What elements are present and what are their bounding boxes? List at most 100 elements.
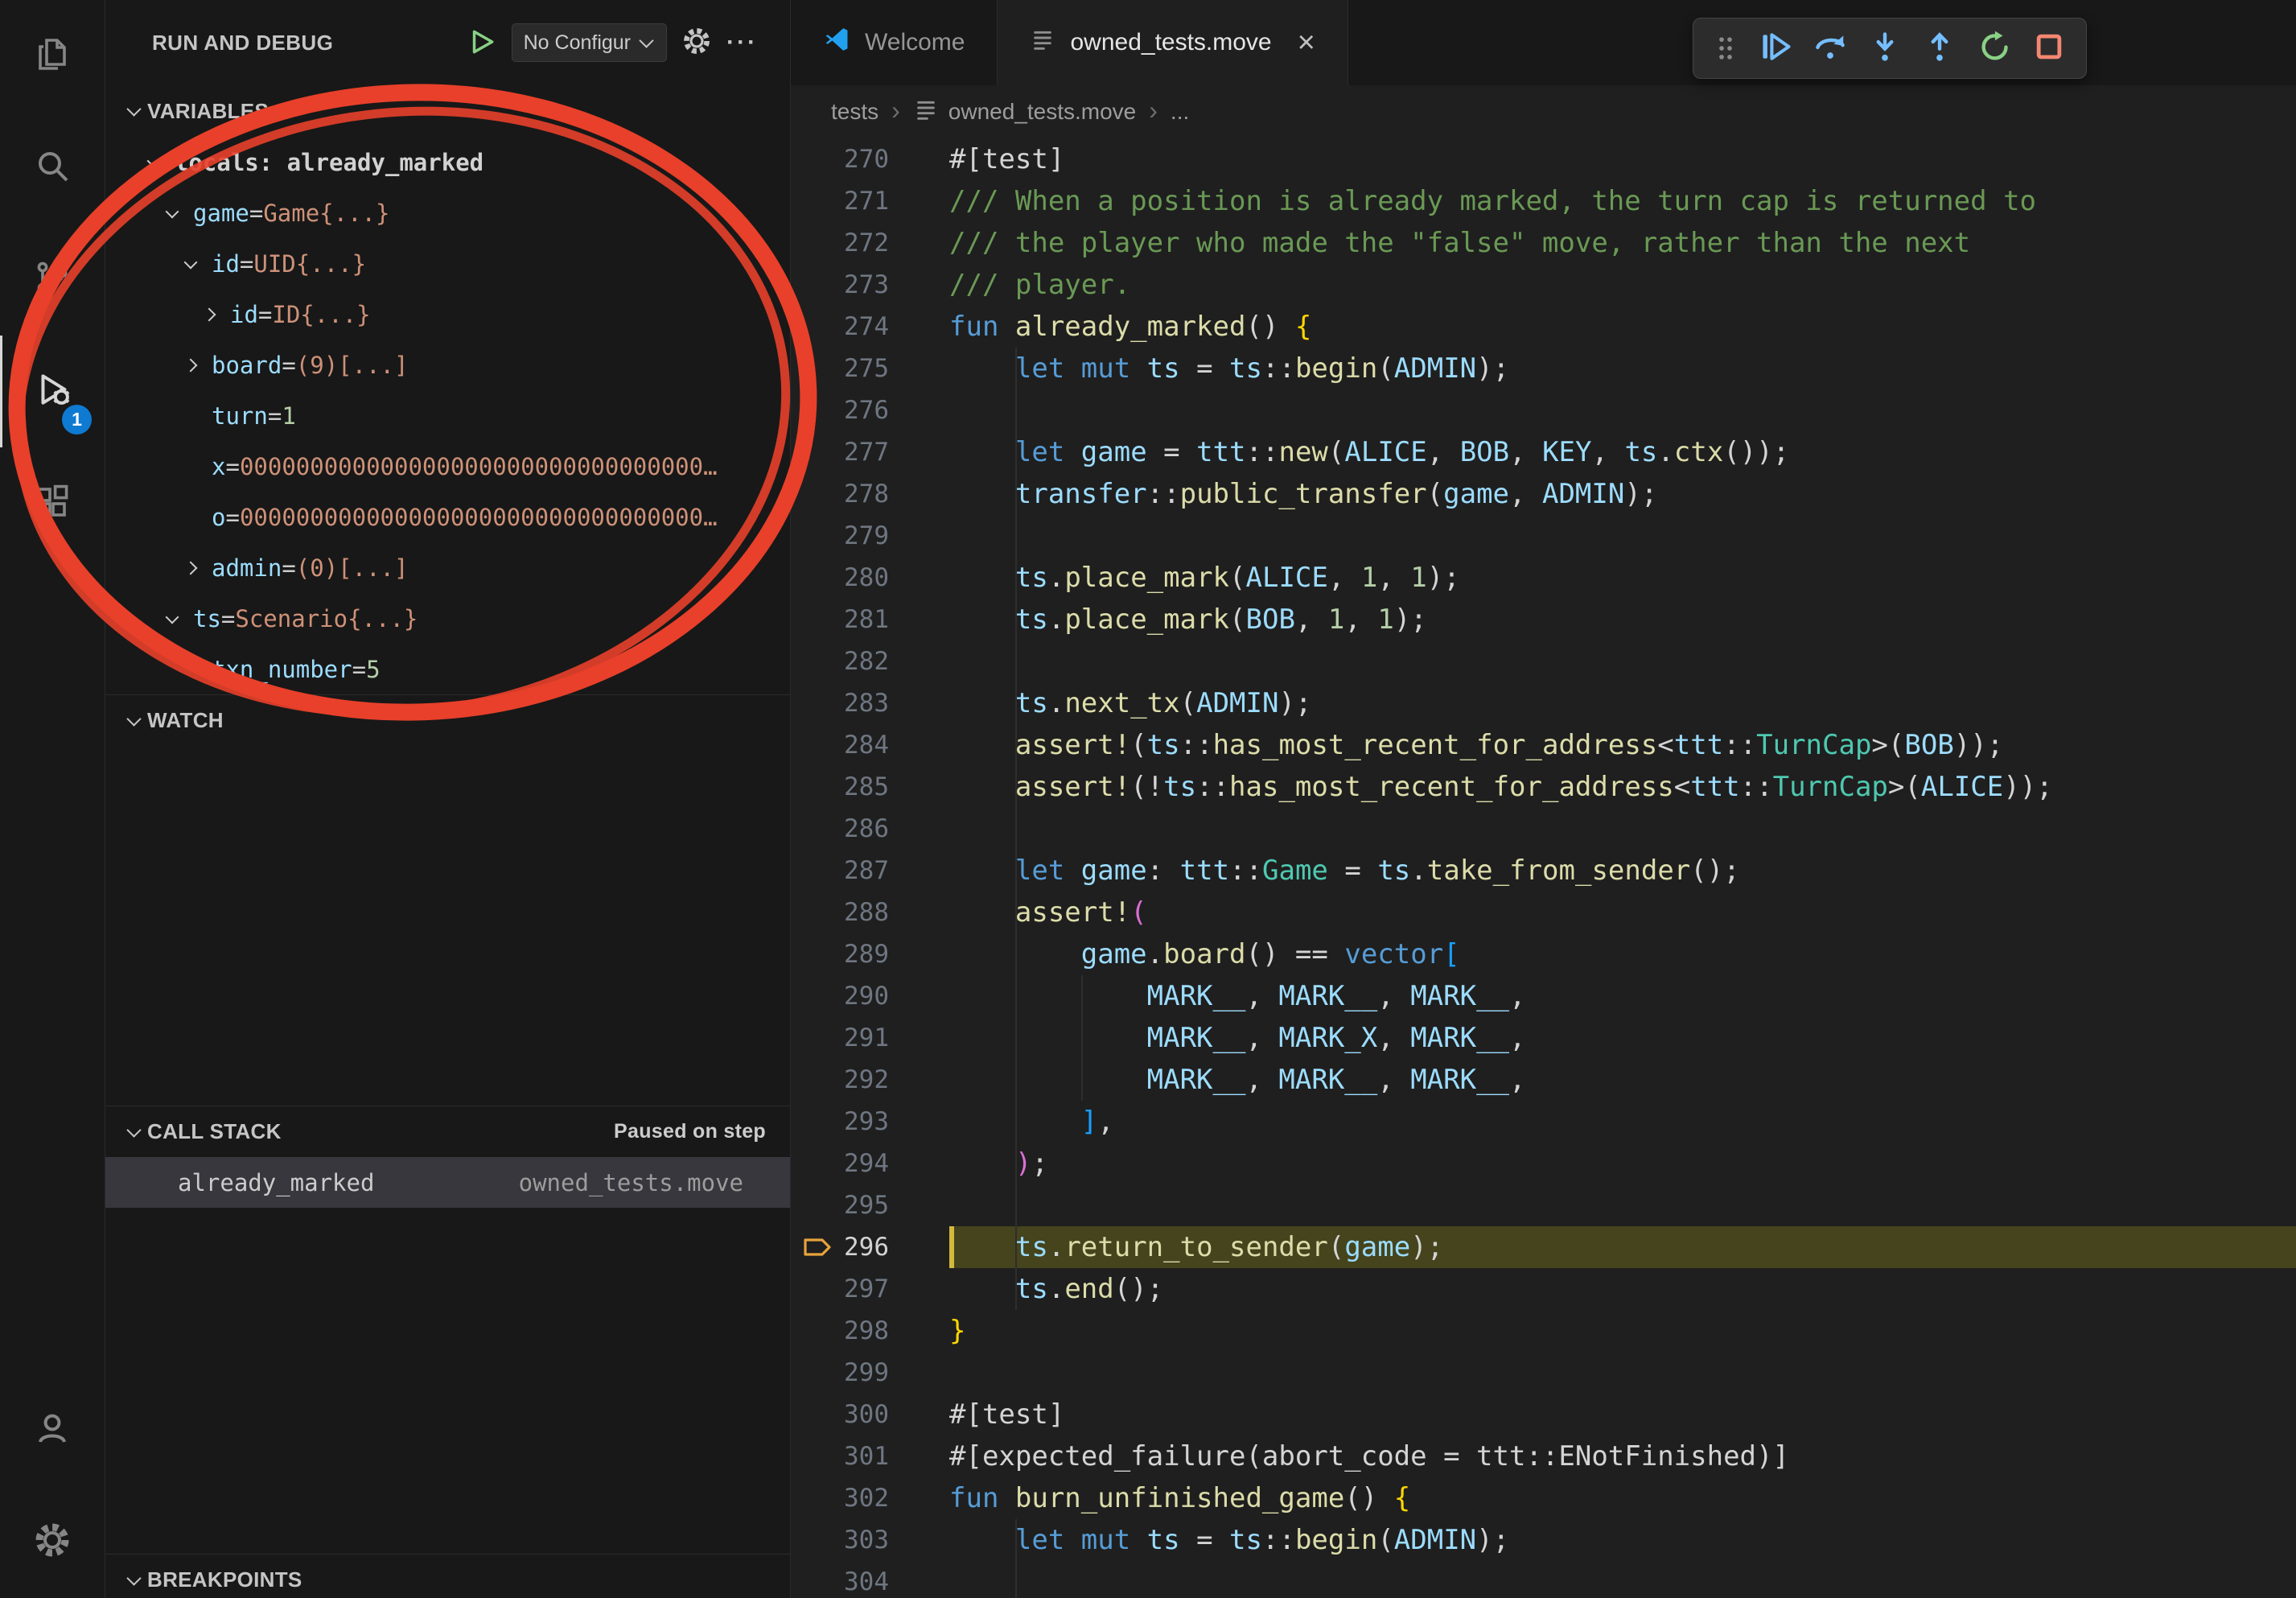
gutter[interactable]: 274 (791, 306, 949, 348)
variable-row-x[interactable]: x = 000000000000000000000000000000000… (105, 441, 790, 492)
code-line-text[interactable]: assert!(ts::has_most_recent_for_address<… (949, 724, 2296, 766)
code-line-text[interactable]: ts.end(); (949, 1268, 2296, 1310)
code-line-text[interactable]: let mut ts = ts::begin(ADMIN); (949, 348, 2296, 389)
gutter[interactable]: 296 (791, 1226, 949, 1268)
gutter[interactable]: 277 (791, 431, 949, 473)
code-line-text[interactable] (949, 1352, 2296, 1394)
gutter[interactable]: 272 (791, 222, 949, 264)
gutter[interactable]: 288 (791, 892, 949, 933)
gutter[interactable]: 282 (791, 640, 949, 682)
variable-row-ts[interactable]: ts = Scenario{...} (105, 593, 790, 644)
gutter[interactable]: 304 (791, 1561, 949, 1598)
gutter[interactable]: 289 (791, 933, 949, 975)
gutter[interactable]: 271 (791, 180, 949, 222)
restart-button[interactable] (1972, 26, 2017, 71)
code-line-text[interactable]: assert!( (949, 892, 2296, 933)
code-line-text[interactable]: game.board() == vector[ (949, 933, 2296, 975)
code-line-text[interactable]: ts.place_mark(BOB, 1, 1); (949, 599, 2296, 640)
code-editor[interactable]: 270#[test]271/// When a position is alre… (791, 138, 2296, 1598)
start-debugging-button[interactable] (467, 27, 497, 60)
gutter[interactable]: 284 (791, 724, 949, 766)
code-line-text[interactable]: ts.return_to_sender(game); (949, 1226, 2296, 1268)
code-line-text[interactable]: ); (949, 1143, 2296, 1184)
code-line-text[interactable]: ], (949, 1101, 2296, 1143)
gutter[interactable]: 270 (791, 138, 949, 180)
code-line-text[interactable] (949, 808, 2296, 850)
gutter[interactable]: 290 (791, 975, 949, 1017)
gutter[interactable]: 293 (791, 1101, 949, 1143)
call-stack-frame[interactable]: already_markedowned_tests.move (105, 1157, 790, 1208)
gutter[interactable]: 279 (791, 515, 949, 557)
gutter[interactable]: 285 (791, 766, 949, 808)
gutter[interactable]: 273 (791, 264, 949, 306)
variable-row-id[interactable]: id = ID{...} (105, 289, 790, 340)
close-tab-icon[interactable]: × (1298, 27, 1315, 58)
code-line-text[interactable]: let mut ts = ts::begin(ADMIN); (949, 1519, 2296, 1561)
gutter[interactable]: 276 (791, 389, 949, 431)
gutter[interactable]: 287 (791, 850, 949, 892)
tab-owned_tests.move[interactable]: owned_tests.move× (998, 0, 1348, 85)
gutter[interactable]: 302 (791, 1477, 949, 1519)
gutter[interactable]: 300 (791, 1394, 949, 1435)
gutter[interactable]: 303 (791, 1519, 949, 1561)
code-line-text[interactable] (949, 389, 2296, 431)
gutter[interactable]: 299 (791, 1352, 949, 1394)
watch-section-header[interactable]: WATCH (105, 694, 790, 746)
step-out-button[interactable] (1917, 26, 1962, 71)
activity-bar-item-account[interactable] (0, 1374, 105, 1486)
gutter[interactable]: 295 (791, 1184, 949, 1226)
variable-row-o[interactable]: o = 000000000000000000000000000000000… (105, 492, 790, 542)
more-actions-button[interactable]: ··· (726, 29, 758, 56)
code-line-text[interactable]: #[expected_failure(abort_code = ttt::ENo… (949, 1435, 2296, 1477)
variable-row-board[interactable]: board = (9)[...] (105, 340, 790, 390)
gutter[interactable]: 301 (791, 1435, 949, 1477)
gutter[interactable]: 294 (791, 1143, 949, 1184)
variable-row-id[interactable]: id = UID{...} (105, 238, 790, 289)
code-line-text[interactable] (949, 1184, 2296, 1226)
gutter[interactable]: 286 (791, 808, 949, 850)
gutter[interactable]: 278 (791, 473, 949, 515)
code-line-text[interactable]: /// the player who made the "false" move… (949, 222, 2296, 264)
step-over-button[interactable] (1808, 26, 1853, 71)
code-line-text[interactable] (949, 1561, 2296, 1598)
code-line-text[interactable]: #[test] (949, 1394, 2296, 1435)
breadcrumb-item[interactable]: owned_tests.move (913, 97, 1136, 128)
debug-gear-button[interactable] (681, 26, 712, 60)
call-stack-section-header[interactable]: CALL STACK Paused on step (105, 1106, 790, 1157)
debug-config-dropdown[interactable]: No Configur (512, 23, 667, 62)
code-line-text[interactable]: #[test] (949, 138, 2296, 180)
activity-bar-item-explorer[interactable] (0, 0, 105, 112)
code-line-text[interactable]: /// When a position is already marked, t… (949, 180, 2296, 222)
gutter[interactable]: 280 (791, 557, 949, 599)
activity-bar-item-settings[interactable] (0, 1486, 105, 1598)
gutter[interactable]: 292 (791, 1059, 949, 1101)
activity-bar-item-run-and-debug[interactable]: 1 (0, 336, 105, 447)
code-line-text[interactable]: transfer::public_transfer(game, ADMIN); (949, 473, 2296, 515)
code-line-text[interactable]: /// player. (949, 264, 2296, 306)
activity-bar-item-search[interactable] (0, 112, 105, 224)
code-line-text[interactable]: fun burn_unfinished_game() { (949, 1477, 2296, 1519)
gutter[interactable]: 281 (791, 599, 949, 640)
code-line-text[interactable]: MARK__, MARK_X, MARK__, (949, 1017, 2296, 1059)
activity-bar-item-extensions[interactable] (0, 447, 105, 559)
code-line-text[interactable]: } (949, 1310, 2296, 1352)
variable-row-locals-already_marked[interactable]: locals: already_marked (105, 137, 790, 187)
gutter[interactable]: 275 (791, 348, 949, 389)
breadcrumb-item[interactable]: tests (831, 99, 878, 125)
code-line-text[interactable]: let game: ttt::Game = ts.take_from_sende… (949, 850, 2296, 892)
gutter[interactable]: 298 (791, 1310, 949, 1352)
variable-row-turn[interactable]: turn = 1 (105, 390, 790, 441)
variables-section-header[interactable]: VARIABLES (105, 85, 790, 137)
gutter[interactable]: 283 (791, 682, 949, 724)
code-line-text[interactable] (949, 515, 2296, 557)
continue-button[interactable] (1753, 26, 1798, 71)
variable-row-admin[interactable]: admin = (0)[...] (105, 542, 790, 593)
tab-welcome[interactable]: Welcome (791, 0, 998, 85)
code-line-text[interactable]: ts.place_mark(ALICE, 1, 1); (949, 557, 2296, 599)
breakpoints-section-header[interactable]: BREAKPOINTS (105, 1554, 790, 1598)
variable-row-txn_number[interactable]: txn_number = 5 (105, 644, 790, 694)
code-line-text[interactable] (949, 640, 2296, 682)
code-line-text[interactable]: let game = ttt::new(ALICE, BOB, KEY, ts.… (949, 431, 2296, 473)
code-line-text[interactable]: MARK__, MARK__, MARK__, (949, 1059, 2296, 1101)
toolbar-grip-handle[interactable] (1708, 32, 1743, 64)
